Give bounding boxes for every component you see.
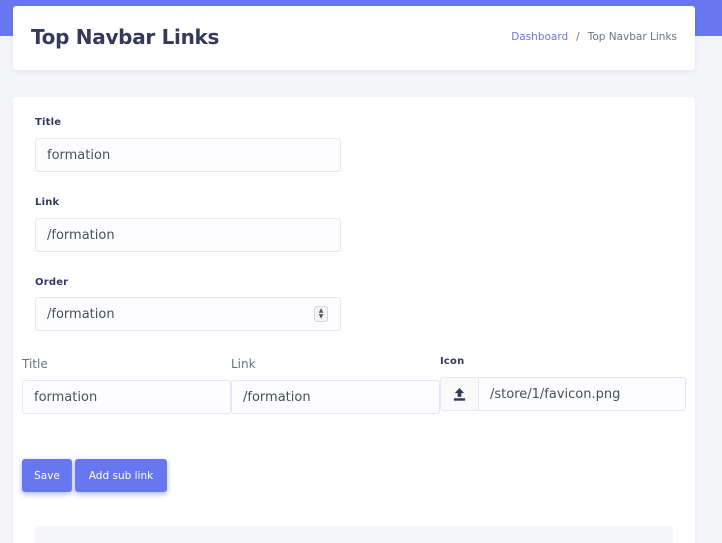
page-title: Top Navbar Links [31,25,220,49]
sub-link-icon-label: Icon [440,356,465,367]
breadcrumb-dashboard-link[interactable]: Dashboard [511,31,568,43]
icon-upload-button[interactable] [440,377,478,411]
section-header: Top Navbar Links Dashboard / Top Navbar … [13,6,695,70]
sub-link-link-label: Link [231,357,256,371]
breadcrumb: Dashboard / Top Navbar Links [511,31,677,43]
add-sub-link-button[interactable]: Add sub link [75,459,167,492]
breadcrumb-current: Top Navbar Links [587,31,677,43]
breadcrumb-separator: / [576,31,580,43]
icon-path-input[interactable] [478,377,686,411]
sub-link-title-input[interactable] [22,380,231,414]
sub-link-title-label: Title [22,357,48,371]
save-button[interactable]: Save [22,459,72,492]
lower-panel [35,526,673,543]
title-input[interactable] [35,138,341,172]
upload-icon [453,387,466,401]
order-stepper[interactable]: ▲ ▼ [314,306,328,322]
title-label: Title [35,117,62,128]
sub-link-link-input[interactable] [231,380,440,414]
link-input[interactable] [35,218,341,252]
order-label: Order [35,277,69,288]
chevron-down-icon[interactable]: ▼ [319,314,324,320]
link-label: Link [35,197,60,208]
icon-file-group [440,377,686,411]
order-input[interactable] [35,297,341,331]
